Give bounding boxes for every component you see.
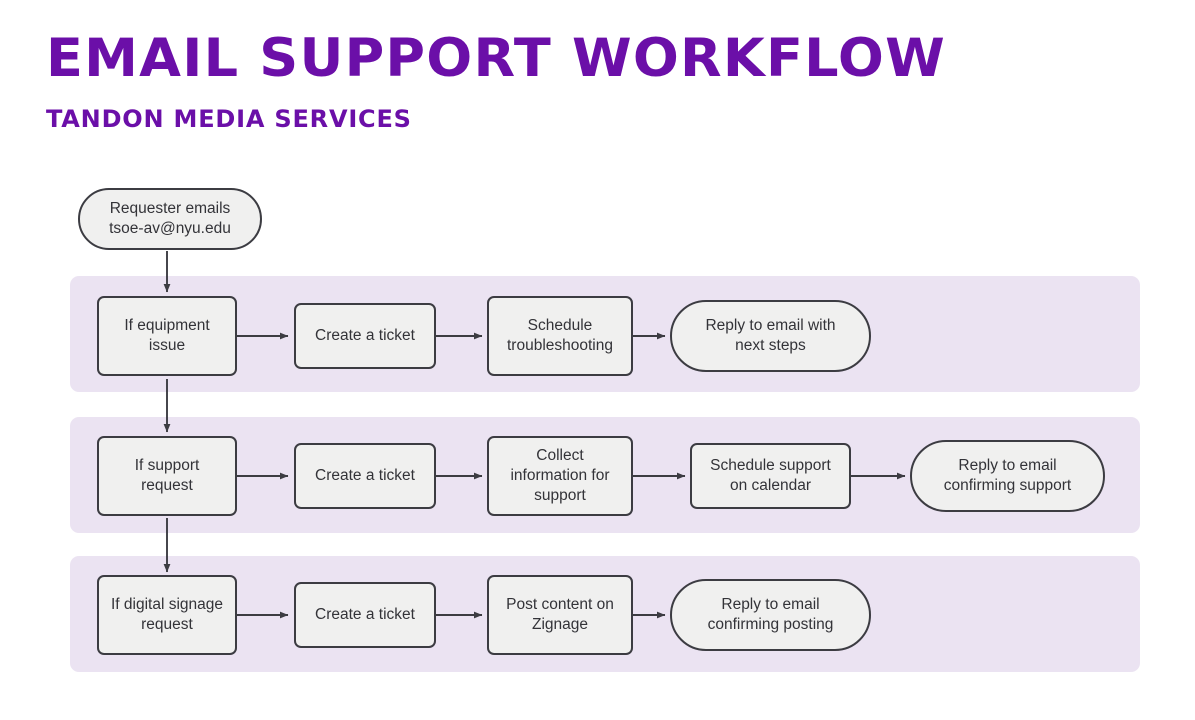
node-line-2: confirming support bbox=[943, 477, 1072, 494]
node-reply-confirming-support[interactable]: Reply to email confirming support bbox=[910, 440, 1105, 512]
node-line-1: Schedule support bbox=[710, 457, 831, 474]
node-line-3: support bbox=[534, 487, 586, 504]
node-create-ticket-equipment[interactable]: Create a ticket bbox=[294, 303, 436, 369]
node-line-2: request bbox=[141, 477, 193, 494]
node-if-equipment-issue[interactable]: If equipment issue bbox=[97, 296, 237, 376]
node-line-2: next steps bbox=[735, 337, 806, 354]
node-line-1: Schedule bbox=[527, 317, 593, 334]
node-line-2: issue bbox=[148, 337, 186, 354]
node-line-1: If digital signage bbox=[110, 596, 224, 613]
node-post-content-zignage[interactable]: Post content on Zignage bbox=[487, 575, 633, 655]
node-if-support-request[interactable]: If support request bbox=[97, 436, 237, 516]
node-line-1: Requester emails bbox=[109, 200, 231, 217]
node-start-requester-emails[interactable]: Requester emails tsoe-av@nyu.edu bbox=[78, 188, 262, 250]
node-line-1: If equipment bbox=[124, 317, 210, 334]
node-line-2: on calendar bbox=[729, 477, 811, 494]
node-line-2: request bbox=[141, 616, 193, 633]
flowchart-page: EMAIL SUPPORT WORKFLOW TANDON MEDIA SERV… bbox=[0, 0, 1195, 720]
node-schedule-support-calendar[interactable]: Schedule support on calendar bbox=[690, 443, 851, 509]
node-reply-next-steps[interactable]: Reply to email with next steps bbox=[670, 300, 871, 372]
node-line-1: Create a ticket bbox=[315, 606, 415, 623]
node-line-1: If support bbox=[134, 457, 200, 474]
node-line-2: tsoe-av@nyu.edu bbox=[109, 220, 231, 237]
node-line-1: Reply to email bbox=[958, 457, 1057, 474]
node-line-1: Create a ticket bbox=[315, 327, 415, 344]
node-line-2: troubleshooting bbox=[507, 337, 613, 354]
node-schedule-troubleshooting[interactable]: Schedule troubleshooting bbox=[487, 296, 633, 376]
node-if-digital-signage-request[interactable]: If digital signage request bbox=[97, 575, 237, 655]
node-line-1: Collect bbox=[536, 447, 584, 464]
node-line-1: Create a ticket bbox=[315, 467, 415, 484]
node-collect-information[interactable]: Collect information for support bbox=[487, 436, 633, 516]
node-create-ticket-signage[interactable]: Create a ticket bbox=[294, 582, 436, 648]
node-line-2: information for bbox=[510, 467, 610, 484]
node-line-2: confirming posting bbox=[707, 616, 834, 633]
node-create-ticket-support[interactable]: Create a ticket bbox=[294, 443, 436, 509]
node-line-1: Post content on bbox=[506, 596, 614, 613]
node-line-1: Reply to email with bbox=[705, 317, 836, 334]
node-line-2: Zignage bbox=[531, 616, 588, 633]
node-line-1: Reply to email bbox=[721, 596, 820, 613]
node-reply-confirming-posting[interactable]: Reply to email confirming posting bbox=[670, 579, 871, 651]
workflow-diagram: Requester emails tsoe-av@nyu.edu If equi… bbox=[0, 0, 1195, 720]
